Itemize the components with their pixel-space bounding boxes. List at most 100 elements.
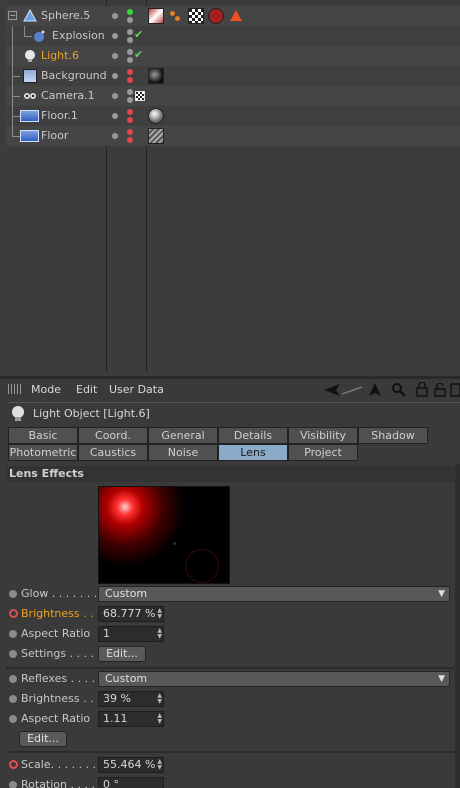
visibility-dot[interactable] (112, 53, 118, 59)
rotation-input[interactable]: 0 ° (98, 777, 164, 788)
animated-keyframe-dot[interactable] (9, 609, 18, 618)
keyframe-dot[interactable] (9, 675, 17, 683)
material-tag-icon[interactable] (148, 8, 164, 24)
object-name[interactable]: Explosion (52, 29, 105, 42)
visibility-dot[interactable] (112, 13, 118, 19)
tab-project[interactable]: Project (288, 444, 358, 461)
tab-caustics[interactable]: Caustics (78, 444, 148, 461)
lock-new-icon[interactable] (434, 383, 446, 397)
visibility-dot[interactable] (112, 113, 118, 119)
tab-photometric[interactable]: Photometric (8, 444, 78, 461)
editor-visibility-dot[interactable] (127, 129, 133, 135)
editor-visibility-dot[interactable] (127, 49, 133, 55)
stepper-icon[interactable]: ▲ ▼ (157, 759, 162, 771)
tab-visibility[interactable]: Visibility (288, 427, 358, 444)
grip-icon[interactable] (8, 384, 22, 394)
tab-details[interactable]: Details (218, 427, 288, 444)
reflexes-select[interactable]: Custom ▼ (98, 671, 450, 687)
object-row-light[interactable]: Light.6 ✔ (6, 46, 460, 66)
tab-coord[interactable]: Coord. (78, 427, 148, 444)
animated-keyframe-dot[interactable] (9, 760, 18, 769)
editor-visibility-dot[interactable] (127, 29, 133, 35)
visibility-dot[interactable] (112, 73, 118, 79)
editor-visibility-dot[interactable] (127, 89, 133, 95)
reflexes-edit-button[interactable]: Edit... (19, 731, 67, 747)
render-visibility-dot[interactable] (127, 77, 133, 83)
object-name[interactable]: Floor (41, 129, 68, 142)
tab-general[interactable]: General (148, 427, 218, 444)
keyframe-dot[interactable] (9, 630, 17, 638)
menu-edit[interactable]: Edit (76, 383, 97, 396)
reflex-brightness-input[interactable]: 39 % ▲ ▼ (98, 691, 164, 707)
editor-visibility-dot[interactable] (127, 69, 133, 75)
tab-lens[interactable]: Lens (218, 444, 288, 461)
render-visibility-dot[interactable] (127, 137, 133, 143)
enabled-check-icon[interactable]: ✔ (134, 48, 143, 61)
keyframe-dot[interactable] (9, 695, 17, 703)
texture-tag-icon[interactable] (208, 8, 224, 24)
keyframe-dot[interactable] (9, 650, 17, 658)
tab-shadow[interactable]: Shadow (358, 427, 428, 444)
visibility-dot[interactable] (112, 33, 118, 39)
reflex-ring (185, 549, 219, 583)
warning-tag-icon[interactable] (230, 10, 242, 22)
object-name[interactable]: Sphere.5 (41, 9, 90, 22)
object-name[interactable]: Floor.1 (41, 109, 78, 122)
editor-visibility-dot[interactable] (127, 109, 133, 115)
render-visibility-dot[interactable] (127, 57, 133, 63)
object-row-floor1[interactable]: Floor.1 (6, 106, 460, 126)
brightness-label: Brightness . . . (21, 692, 101, 705)
render-visibility-dot[interactable] (127, 17, 133, 23)
back-arrow-icon[interactable] (324, 383, 364, 397)
reflex-aspect-input[interactable]: 1.11 ▲ ▼ (98, 711, 164, 727)
object-row-floor[interactable]: Floor (6, 126, 460, 146)
enabled-check-icon[interactable]: ✔ (134, 28, 143, 41)
tab-noise[interactable]: Noise (148, 444, 218, 461)
dropdown-arrow-icon: ▼ (438, 674, 445, 684)
visibility-dot[interactable] (112, 133, 118, 139)
glow-edit-button[interactable]: Edit... (98, 646, 146, 662)
keyframe-dot[interactable] (9, 781, 17, 788)
floor-icon (20, 130, 39, 142)
glow-brightness-input[interactable]: 68.777 % ▲ ▼ (98, 606, 164, 622)
object-row-background[interactable]: Background (6, 66, 460, 86)
protection-tag-icon[interactable] (135, 91, 145, 101)
stepper-icon[interactable]: ▲ ▼ (157, 628, 162, 640)
stepper-icon[interactable]: ▲ ▼ (157, 713, 162, 725)
checker-tag-icon[interactable] (188, 8, 204, 24)
collapse-toggle-icon[interactable]: − (8, 11, 17, 20)
material-tag-icon[interactable] (148, 108, 164, 124)
stepper-icon[interactable]: ▲ ▼ (157, 608, 162, 620)
menu-user-data[interactable]: User Data (109, 383, 164, 396)
dock-icon[interactable] (450, 383, 460, 397)
render-visibility-dot[interactable] (127, 97, 133, 103)
object-name[interactable]: Light.6 (41, 49, 79, 62)
editor-visibility-dot[interactable] (127, 9, 133, 15)
object-row-sphere[interactable]: − Sphere.5 (6, 6, 460, 26)
glow-select[interactable]: Custom ▼ (98, 586, 450, 602)
scale-input[interactable]: 55.464 % ▲ ▼ (98, 757, 164, 773)
menu-mode[interactable]: Mode (31, 383, 61, 396)
reflexes-row: Reflexes . . . . . Custom ▼ (6, 669, 454, 689)
object-name[interactable]: Camera.1 (41, 89, 95, 102)
render-visibility-dot[interactable] (127, 117, 133, 123)
material-tag-icon[interactable] (148, 68, 164, 84)
stepper-icon[interactable]: ▲ ▼ (157, 693, 162, 705)
keyframe-dot[interactable] (9, 715, 17, 723)
rotation-label: Rotation . . . . . (21, 778, 102, 788)
lock-icon[interactable] (416, 382, 428, 397)
object-row-camera[interactable]: Camera.1 (6, 86, 460, 106)
tab-basic[interactable]: Basic (8, 427, 78, 444)
visibility-dot[interactable] (112, 93, 118, 99)
material-tag-icon[interactable] (148, 128, 164, 144)
particle-tag-icon[interactable] (168, 9, 182, 23)
scrollbar[interactable] (455, 464, 460, 788)
pointer-icon[interactable] (368, 383, 382, 397)
keyframe-dot[interactable] (9, 590, 17, 598)
object-row-explosion[interactable]: Explosion ✔ (6, 26, 460, 46)
object-name[interactable]: Background (41, 69, 107, 82)
glow-aspect-input[interactable]: 1 ▲ ▼ (98, 626, 164, 642)
section-header: Lens Effects (6, 466, 454, 482)
search-icon[interactable] (392, 383, 406, 397)
render-visibility-dot[interactable] (127, 37, 133, 43)
